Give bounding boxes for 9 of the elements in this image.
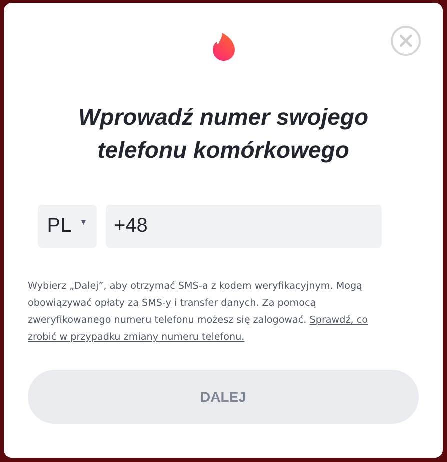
country-select[interactable]: PL ▼ (38, 205, 97, 248)
dialog-title: Wprowadź numer swojego telefonu komórkowego (77, 103, 370, 165)
flame-logo-icon (212, 33, 236, 61)
help-link[interactable]: Sprawdź, co (310, 315, 368, 326)
phone-input[interactable]: +48 (106, 205, 382, 248)
help-link[interactable]: zrobić w przypadku zmiany numeru telefonu. (28, 332, 245, 343)
close-icon (400, 35, 412, 47)
notice-text: Wybierz „Dalej”, aby otrzymać SMS-a z kodem weryfikacyjnym. Mogą obowiązywać opłaty za SMS-y i transfer danych. Za pomocą zweryfikowanego numeru telefonu możesz się zalogować. Sprawdź, co zrobić w przypadku zmiany numeru telefonu. (28, 280, 370, 345)
close-button[interactable] (391, 26, 421, 56)
